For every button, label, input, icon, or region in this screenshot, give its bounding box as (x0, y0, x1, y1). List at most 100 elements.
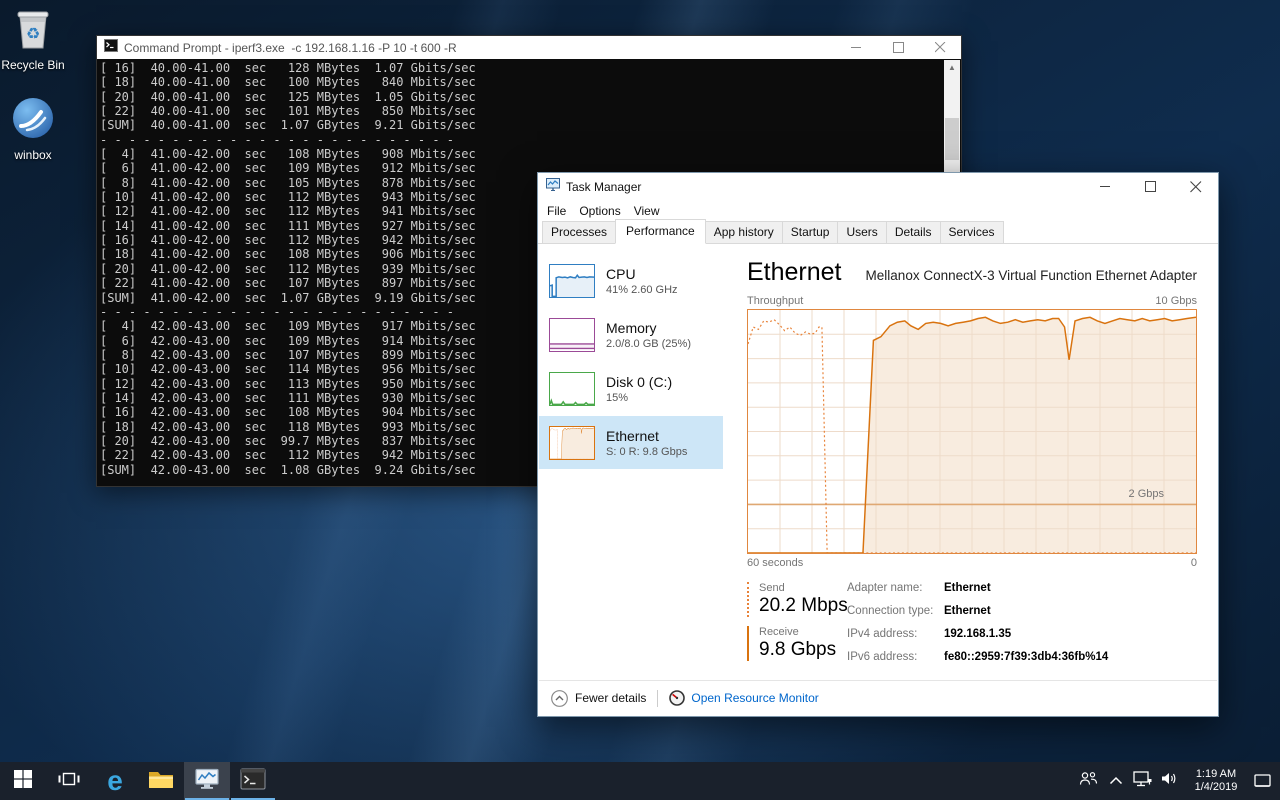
footer-divider (657, 690, 658, 707)
task-manager-maximize-button[interactable] (1128, 173, 1173, 200)
performance-sidebar: CPU41% 2.60 GHzMemory2.0/8.0 GB (25%)Dis… (539, 245, 723, 679)
desktop: ♻ Recycle Bin winbox (0, 0, 1280, 800)
receive-stat: Receive 9.8 Gbps (747, 626, 847, 661)
action-center-button[interactable] (1249, 762, 1276, 800)
task-manager-footer: Fewer details Open Resource Monitor (539, 680, 1217, 715)
taskbar-task-view-button[interactable] (46, 762, 92, 800)
receive-value: 9.8 Gbps (759, 639, 847, 661)
detail-label: IPv4 address: (847, 628, 944, 647)
taskbar-file-explorer-button[interactable] (138, 762, 184, 800)
network-icon (1133, 771, 1152, 792)
taskbar-clock[interactable]: 1:19 AM 1/4/2019 (1187, 768, 1245, 794)
cpu-thumbnail-chart (549, 264, 595, 298)
winbox-icon (11, 127, 55, 144)
speaker-icon (1161, 771, 1178, 791)
memory-thumbnail-chart (549, 318, 595, 352)
chevron-up-icon (1109, 772, 1123, 790)
terminal-maximize-button[interactable] (877, 36, 919, 59)
detail-value: fe80::2959:7f39:3db4:36fb%14 (944, 651, 1108, 670)
taskbar-task-manager-button[interactable] (184, 762, 230, 800)
chart-marker-label: 2 Gbps (1129, 488, 1164, 500)
system-tray: 1:19 AM 1/4/2019 (1075, 762, 1280, 800)
adapter-description: Mellanox ConnectX-3 Virtual Function Eth… (866, 268, 1197, 283)
sidebar-item-title: Ethernet (606, 428, 687, 444)
chevron-up-circle-icon (551, 690, 568, 707)
sidebar-item-cpu[interactable]: CPU41% 2.60 GHz (539, 254, 723, 307)
detail-label: Adapter name: (847, 582, 944, 601)
tab-startup[interactable]: Startup (782, 221, 839, 243)
task-manager-close-button[interactable] (1173, 173, 1218, 200)
tab-strip: ProcessesPerformanceApp historyStartupUs… (538, 221, 1218, 244)
panel-heading: Ethernet (747, 258, 842, 287)
tray-volume-button[interactable] (1156, 762, 1183, 800)
sidebar-item-ethernet[interactable]: Ethernet S: 0 R: 9.8 Gbps (539, 416, 723, 469)
scrollbar-thumb[interactable] (945, 118, 959, 160)
chart-x-left-label: 60 seconds (747, 557, 803, 569)
desktop-icon-winbox[interactable]: winbox (0, 96, 66, 162)
sidebar-item-subtitle: 2.0/8.0 GB (25%) (606, 338, 691, 350)
task-manager-minimize-button[interactable] (1083, 173, 1128, 200)
recycle-bin-icon: ♻ (12, 37, 54, 54)
taskbar: e 1:19 AM 1/4/2019 (0, 762, 1280, 800)
sidebar-item-title: CPU (606, 266, 678, 282)
taskbar-start-button[interactable] (0, 762, 46, 800)
tray-tray-chevron-button[interactable] (1102, 762, 1129, 800)
terminal-title: Command Prompt - iperf3.exe -c 192.168.1… (124, 41, 457, 55)
cmd-icon (104, 39, 118, 57)
clock-date: 1/4/2019 (1187, 781, 1245, 794)
tab-performance[interactable]: Performance (615, 219, 706, 244)
adapter-details: Adapter name:EthernetConnection type:Eth… (847, 582, 1108, 670)
send-value: 20.2 Mbps (759, 595, 847, 617)
open-resource-monitor-label: Open Resource Monitor (691, 691, 818, 705)
chart-ymax-label: 10 Gbps (1155, 295, 1197, 307)
scrollbar-up-arrow[interactable]: ▲ (944, 60, 960, 75)
tab-details[interactable]: Details (886, 221, 941, 243)
sidebar-item-subtitle: 15% (606, 392, 672, 404)
receive-label: Receive (759, 626, 847, 638)
taskbar-edge-button[interactable]: e (92, 762, 138, 800)
people-icon (1079, 771, 1098, 791)
desktop-icon-recycle-bin[interactable]: ♻ Recycle Bin (0, 6, 66, 72)
taskbar-command-prompt-button[interactable] (230, 762, 276, 800)
tab-services[interactable]: Services (940, 221, 1004, 243)
terminal-close-button[interactable] (919, 36, 961, 59)
sidebar-item-disk[interactable]: Disk 0 (C:) 15% (539, 362, 723, 415)
open-resource-monitor-link[interactable]: Open Resource Monitor (669, 690, 818, 706)
sidebar-item-memory[interactable]: Memory2.0/8.0 GB (25%) (539, 308, 723, 361)
send-stat: Send 20.2 Mbps (747, 582, 847, 617)
detail-label: Connection type: (847, 605, 944, 624)
task-manager-icon (194, 767, 220, 796)
detail-value: Ethernet (944, 582, 1108, 601)
task-manager-window: Task Manager FileOptions View ProcessesPe… (537, 172, 1219, 717)
clock-time: 1:19 AM (1187, 768, 1245, 781)
tab-users[interactable]: Users (837, 221, 886, 243)
send-label: Send (759, 582, 847, 594)
tab-processes[interactable]: Processes (542, 221, 616, 243)
tab-app-history[interactable]: App history (705, 221, 783, 243)
tray-people-button[interactable] (1075, 762, 1102, 800)
sidebar-item-title: Disk 0 (C:) (606, 374, 672, 390)
windows-icon (13, 769, 33, 794)
window-title: Task Manager (566, 180, 641, 194)
menu-bar: FileOptions View (538, 200, 1218, 221)
chart-title: Throughput (747, 295, 803, 307)
tray-network-button[interactable] (1129, 762, 1156, 800)
edge-icon: e (107, 768, 123, 795)
folder-icon (148, 768, 174, 795)
sidebar-item-subtitle: S: 0 R: 9.8 Gbps (606, 446, 687, 458)
terminal-titlebar[interactable]: Command Prompt - iperf3.exe -c 192.168.1… (97, 36, 961, 59)
task-view-icon (58, 770, 80, 793)
menu-item-view[interactable]: View (634, 202, 669, 220)
fewer-details-button[interactable]: Fewer details (551, 690, 646, 707)
fewer-details-label: Fewer details (575, 691, 646, 705)
ethernet-thumbnail-chart (549, 426, 595, 460)
terminal-minimize-button[interactable] (835, 36, 877, 59)
disk-thumbnail-chart (549, 372, 595, 406)
detail-value: 192.168.1.35 (944, 628, 1108, 647)
throughput-chart: 2 Gbps (747, 309, 1197, 554)
svg-text:♻: ♻ (26, 24, 40, 43)
task-manager-icon (546, 178, 560, 196)
menu-item-file[interactable]: File (547, 202, 575, 220)
menu-item-options[interactable]: Options (579, 202, 629, 220)
task-manager-titlebar[interactable]: Task Manager (538, 173, 1218, 200)
